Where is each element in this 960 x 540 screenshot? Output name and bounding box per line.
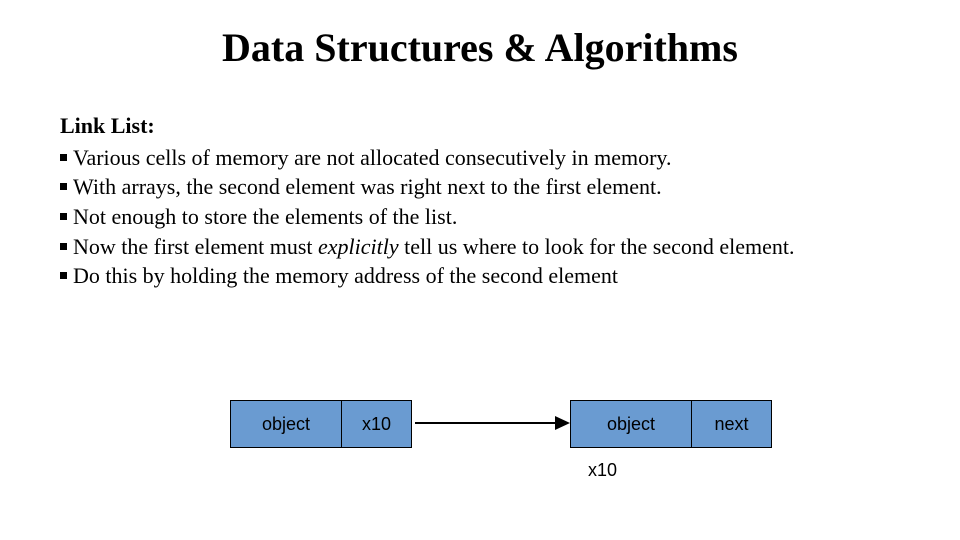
linked-list-diagram: object x10 object next x10 <box>0 380 960 510</box>
bullet-item: Now the first element must explicitly te… <box>60 232 900 262</box>
bullet-item: Not enough to store the elements of the … <box>60 202 900 232</box>
bullet-icon <box>60 213 67 220</box>
bullet-icon <box>60 272 67 279</box>
arrow-icon <box>410 400 570 446</box>
bullet-text: Various cells of memory are not allocate… <box>73 143 900 173</box>
bullet-text: Now the first element must explicitly te… <box>73 232 900 262</box>
bullet-text: With arrays, the second element was righ… <box>73 172 900 202</box>
bullet-text: Do this by holding the memory address of… <box>73 261 900 291</box>
section-heading: Link List: <box>60 111 900 141</box>
node-pointer-cell: next <box>691 401 771 447</box>
bullet-icon <box>60 154 67 161</box>
bullet-icon <box>60 243 67 250</box>
node-address-label: x10 <box>588 460 617 481</box>
node-pointer-cell: x10 <box>341 401 411 447</box>
list-node-b: object next <box>570 400 772 448</box>
node-object-cell: object <box>231 401 341 447</box>
list-node-a: object x10 <box>230 400 412 448</box>
bullet-icon <box>60 183 67 190</box>
slide-body: Link List: Various cells of memory are n… <box>0 71 960 291</box>
slide: Data Structures & Algorithms Link List: … <box>0 0 960 540</box>
bullet-item: Do this by holding the memory address of… <box>60 261 900 291</box>
bullet-text: Not enough to store the elements of the … <box>73 202 900 232</box>
slide-title: Data Structures & Algorithms <box>0 0 960 71</box>
node-object-cell: object <box>571 401 691 447</box>
bullet-item: With arrays, the second element was righ… <box>60 172 900 202</box>
bullet-item: Various cells of memory are not allocate… <box>60 143 900 173</box>
